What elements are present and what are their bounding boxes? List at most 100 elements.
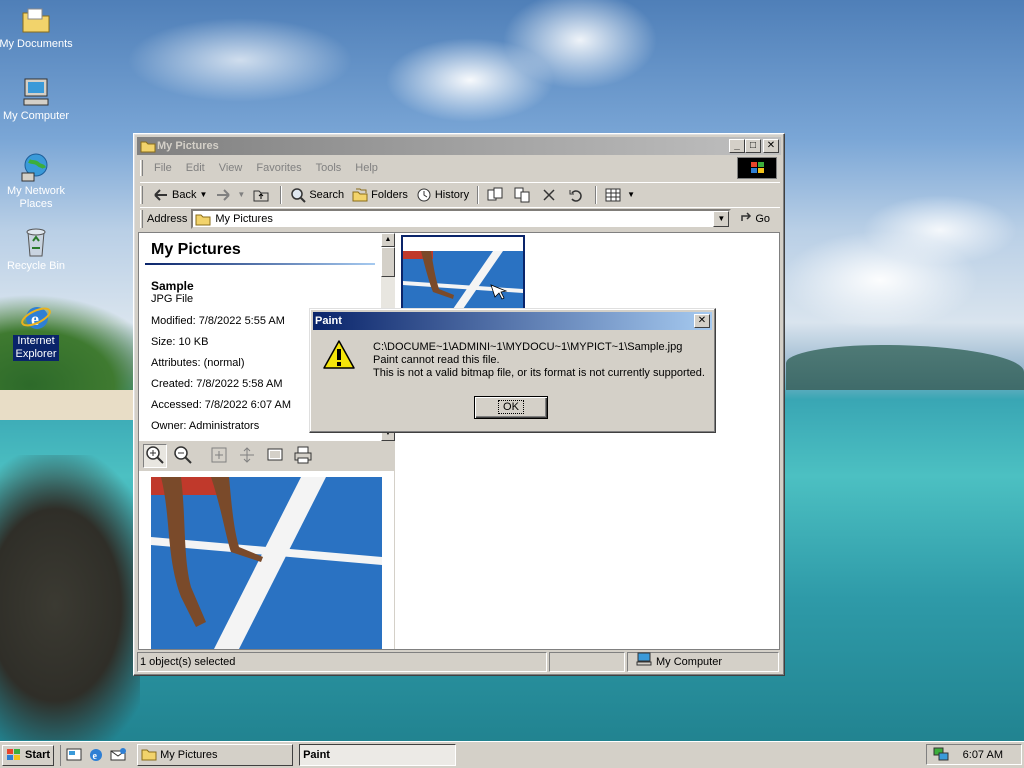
best-fit-button[interactable] xyxy=(207,444,231,468)
outlook-express-icon[interactable] xyxy=(109,746,127,764)
menu-tools[interactable]: Tools xyxy=(309,158,349,178)
standard-toolbar: Back ▼ ▼ Search Folders History ▼ xyxy=(140,182,780,206)
printer-icon xyxy=(293,446,313,467)
menu-edit[interactable]: Edit xyxy=(179,158,212,178)
system-tray: 6:07 AM xyxy=(926,744,1022,765)
search-icon xyxy=(290,187,307,203)
status-size xyxy=(549,652,625,672)
address-value: My Pictures xyxy=(215,212,273,225)
paint-error-dialog[interactable]: Paint ✕ C:\DOCUME~1\ADMINI~1\MYDOCU~1\MY… xyxy=(309,308,716,433)
image-preview-toolbar xyxy=(139,441,395,471)
full-screen-icon xyxy=(266,446,284,467)
go-arrow-icon xyxy=(739,210,755,227)
zoom-in-icon xyxy=(145,445,165,468)
forward-arrow-icon xyxy=(215,187,231,203)
quick-launch: e xyxy=(60,744,127,766)
maximize-button[interactable]: □ xyxy=(745,139,761,153)
minimize-button[interactable]: _ xyxy=(729,139,745,153)
status-bar: 1 object(s) selected My Computer xyxy=(137,652,781,672)
chevron-down-icon[interactable]: ▼ xyxy=(199,190,207,199)
forward-button[interactable]: ▼ xyxy=(211,184,249,206)
taskbar: Start e My Pictures Paint 6:07 AM xyxy=(0,741,1024,768)
address-input[interactable]: My Pictures ▼ xyxy=(191,208,732,229)
chevron-down-icon[interactable]: ▼ xyxy=(237,190,245,199)
back-button[interactable]: Back ▼ xyxy=(149,184,211,206)
zoom-in-button[interactable] xyxy=(143,444,167,468)
desktop-icon-my-computer[interactable]: My Computer xyxy=(0,76,74,123)
folder-icon xyxy=(195,212,211,226)
menu-file[interactable]: File xyxy=(147,158,179,178)
show-desktop-icon[interactable] xyxy=(65,746,83,764)
full-screen-button[interactable] xyxy=(263,444,287,468)
folder-icon xyxy=(141,747,157,764)
folders-icon xyxy=(352,187,368,203)
close-button[interactable]: ✕ xyxy=(763,139,779,153)
dialog-title: Paint xyxy=(315,315,342,327)
toolbar-grip[interactable] xyxy=(140,160,143,176)
wallpaper-beach xyxy=(0,390,140,420)
menu-view[interactable]: View xyxy=(212,158,250,178)
zoom-out-button[interactable] xyxy=(171,444,195,468)
history-button[interactable]: History xyxy=(412,184,473,206)
up-folder-button[interactable] xyxy=(249,184,276,206)
taskbar-task-my-pictures[interactable]: My Pictures xyxy=(137,744,294,766)
chevron-down-icon[interactable]: ▼ xyxy=(627,190,635,199)
internet-explorer-icon: e xyxy=(20,301,52,333)
folder-icon xyxy=(140,138,156,154)
dialog-line-1: Paint cannot read this file. xyxy=(373,354,500,366)
actual-size-icon xyxy=(238,446,256,467)
copy-to-icon xyxy=(514,187,530,203)
window-title: My Pictures xyxy=(157,140,219,152)
svg-text:e: e xyxy=(93,751,98,762)
toolbar-grip[interactable] xyxy=(140,209,143,228)
best-fit-icon xyxy=(210,446,228,467)
address-dropdown-button[interactable]: ▼ xyxy=(713,210,730,227)
desktop-icon-my-documents[interactable]: My Documents xyxy=(0,4,74,51)
window-titlebar[interactable]: My Pictures _ □ ✕ xyxy=(137,137,781,155)
copy-to-button[interactable] xyxy=(510,184,537,206)
folder-heading: My Pictures xyxy=(151,241,241,258)
windows-logo-icon xyxy=(737,157,777,179)
dialog-close-button[interactable]: ✕ xyxy=(694,314,710,328)
network-tray-icon[interactable] xyxy=(933,745,949,764)
internet-explorer-icon[interactable]: e xyxy=(87,746,105,764)
address-bar: Address My Pictures ▼ Go xyxy=(140,207,780,229)
desktop-icon-my-network-places[interactable]: My Network Places xyxy=(0,151,74,211)
taskbar-task-paint[interactable]: Paint xyxy=(299,744,457,766)
scroll-thumb[interactable] xyxy=(381,247,395,277)
views-button[interactable]: ▼ xyxy=(601,184,639,206)
up-folder-icon xyxy=(253,187,269,203)
dialog-message: C:\DOCUME~1\ADMINI~1\MYDOCU~1\MYPICT~1\S… xyxy=(373,341,705,380)
search-button[interactable]: Search xyxy=(286,184,348,206)
dialog-titlebar[interactable]: Paint ✕ xyxy=(313,312,712,330)
print-button[interactable] xyxy=(291,444,315,468)
computer-icon xyxy=(636,652,652,672)
image-preview xyxy=(151,477,382,649)
undo-button[interactable] xyxy=(564,184,591,206)
warning-icon xyxy=(322,339,356,371)
move-to-button[interactable] xyxy=(483,184,510,206)
folders-button[interactable]: Folders xyxy=(348,184,412,206)
wallpaper-rocks xyxy=(0,455,140,740)
delete-button[interactable] xyxy=(537,184,564,206)
clock[interactable]: 6:07 AM xyxy=(963,749,1003,761)
windows-logo-icon xyxy=(6,748,22,762)
move-to-icon xyxy=(487,187,503,203)
toolbar-grip[interactable] xyxy=(140,185,143,204)
menu-help[interactable]: Help xyxy=(348,158,385,178)
desktop-icon-internet-explorer[interactable]: e Internet Explorer xyxy=(0,301,74,361)
file-thumbnail-sample[interactable] xyxy=(401,235,525,311)
recycle-bin-icon xyxy=(20,226,52,258)
start-button[interactable]: Start xyxy=(2,744,55,766)
actual-size-button[interactable] xyxy=(235,444,259,468)
ok-button[interactable]: OK xyxy=(474,396,548,419)
menu-favorites[interactable]: Favorites xyxy=(249,158,308,178)
desktop-icon-recycle-bin[interactable]: Recycle Bin xyxy=(0,226,74,273)
delete-icon xyxy=(541,187,557,203)
scroll-up-button[interactable]: ▲ xyxy=(381,233,395,247)
zoom-out-icon xyxy=(173,445,193,468)
file-type: JPG File xyxy=(151,293,194,305)
file-list-pane[interactable] xyxy=(397,233,779,649)
go-button[interactable]: Go xyxy=(739,210,770,227)
status-zone: My Computer xyxy=(627,652,779,672)
